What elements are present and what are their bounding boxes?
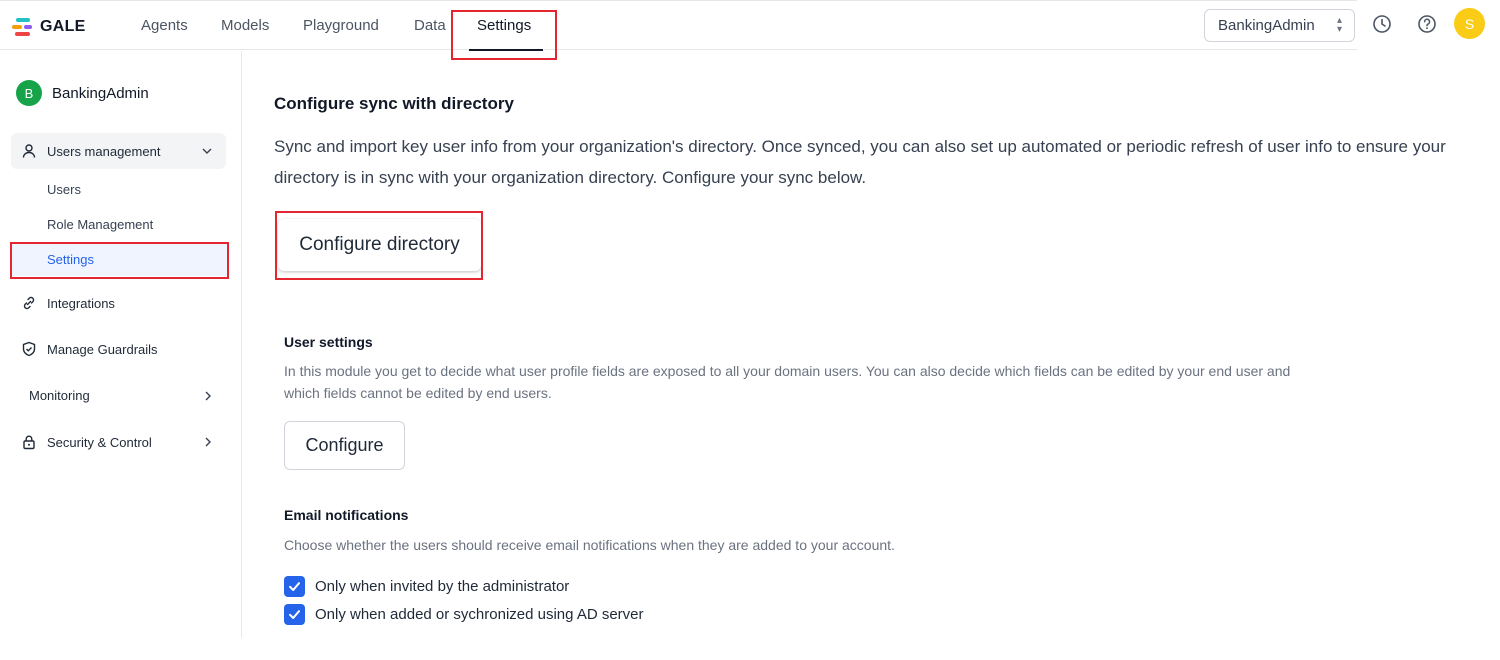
account-avatar: B: [16, 80, 42, 106]
sidebar-item-integrations[interactable]: Integrations: [21, 295, 115, 311]
sidebar-item-label: Monitoring: [29, 388, 90, 403]
account-name: BankingAdmin: [52, 84, 149, 102]
sidebar-item-security[interactable]: Security & Control: [21, 434, 152, 450]
checkbox-checked[interactable]: [284, 604, 305, 625]
sidebar-active-background: [12, 244, 227, 276]
shield-icon: [22, 341, 36, 357]
users-management-row: Users management: [21, 143, 160, 159]
account-avatar-initial: B: [24, 85, 34, 101]
chevron-down-icon: [202, 148, 212, 154]
checkbox-label: Only when invited by the administrator: [315, 578, 570, 595]
checkbox-checked[interactable]: [284, 576, 305, 597]
sidebar-item-monitoring[interactable]: Monitoring: [29, 388, 90, 403]
chevron-right-icon: [205, 437, 211, 447]
chevron-right-icon: [205, 391, 211, 401]
help-icon[interactable]: [1416, 13, 1438, 35]
email-option-invited[interactable]: Only when invited by the administrator: [284, 576, 569, 597]
lock-icon: [23, 435, 35, 450]
email-notifications-description: Choose whether the users should receive …: [284, 537, 895, 553]
workspace-select-value: BankingAdmin: [1218, 17, 1315, 34]
user-icon: [22, 144, 36, 158]
app-logo[interactable]: GALE: [12, 18, 86, 36]
tab-playground[interactable]: Playground: [303, 17, 379, 34]
user-avatar-initial: S: [1464, 15, 1475, 32]
user-settings-description: In this module you get to decide what us…: [284, 363, 1291, 401]
account-header[interactable]: B BankingAdmin: [16, 80, 149, 106]
sidebar-item-users-management[interactable]: Users management: [11, 133, 226, 169]
tab-agents[interactable]: Agents: [141, 17, 188, 34]
tab-models[interactable]: Models: [221, 17, 269, 34]
sidebar-item-label: Security & Control: [47, 434, 152, 450]
logo-icon: [12, 18, 34, 36]
check-icon: [289, 582, 300, 591]
top-navigation: GALE Agents Models Playground Data Setti…: [0, 0, 1357, 51]
history-icon[interactable]: [1371, 13, 1393, 35]
checkbox-label: Only when added or sychronized using AD …: [315, 606, 644, 623]
sidebar-item-label: Users management: [47, 143, 161, 159]
main-content: Configure sync with directory Sync and i…: [243, 51, 1500, 660]
sidebar-item-settings[interactable]: Settings: [47, 252, 94, 267]
workspace-select[interactable]: BankingAdmin ▴ ▾: [1204, 9, 1355, 42]
sidebar-item-role-management[interactable]: Role Management: [47, 217, 153, 232]
configure-directory-button[interactable]: Configure directory: [278, 219, 481, 271]
check-icon: [289, 610, 300, 619]
sidebar-item-label: Integrations: [47, 295, 115, 311]
tab-settings[interactable]: Settings: [477, 17, 531, 34]
tab-data[interactable]: Data: [414, 17, 446, 34]
sidebar-item-guardrails[interactable]: Manage Guardrails: [21, 341, 158, 357]
configure-user-settings-button[interactable]: Configure: [284, 421, 405, 470]
sidebar: B BankingAdmin Users management Users Ro…: [0, 51, 242, 638]
sidebar-item-label: Manage Guardrails: [47, 341, 158, 357]
select-chevron-icon: ▴ ▾: [1336, 15, 1342, 35]
sync-section-title: Configure sync with directory: [274, 94, 514, 113]
email-notifications-title: Email notifications: [284, 507, 409, 523]
email-option-ad-server[interactable]: Only when added or sychronized using AD …: [284, 604, 644, 625]
sidebar-item-users[interactable]: Users: [47, 182, 81, 197]
link-icon: [23, 296, 35, 310]
logo-text: GALE: [40, 18, 86, 35]
user-avatar[interactable]: S: [1454, 8, 1485, 39]
sync-section-description: Sync and import key user info from your …: [274, 137, 1446, 187]
user-settings-title: User settings: [284, 334, 373, 350]
